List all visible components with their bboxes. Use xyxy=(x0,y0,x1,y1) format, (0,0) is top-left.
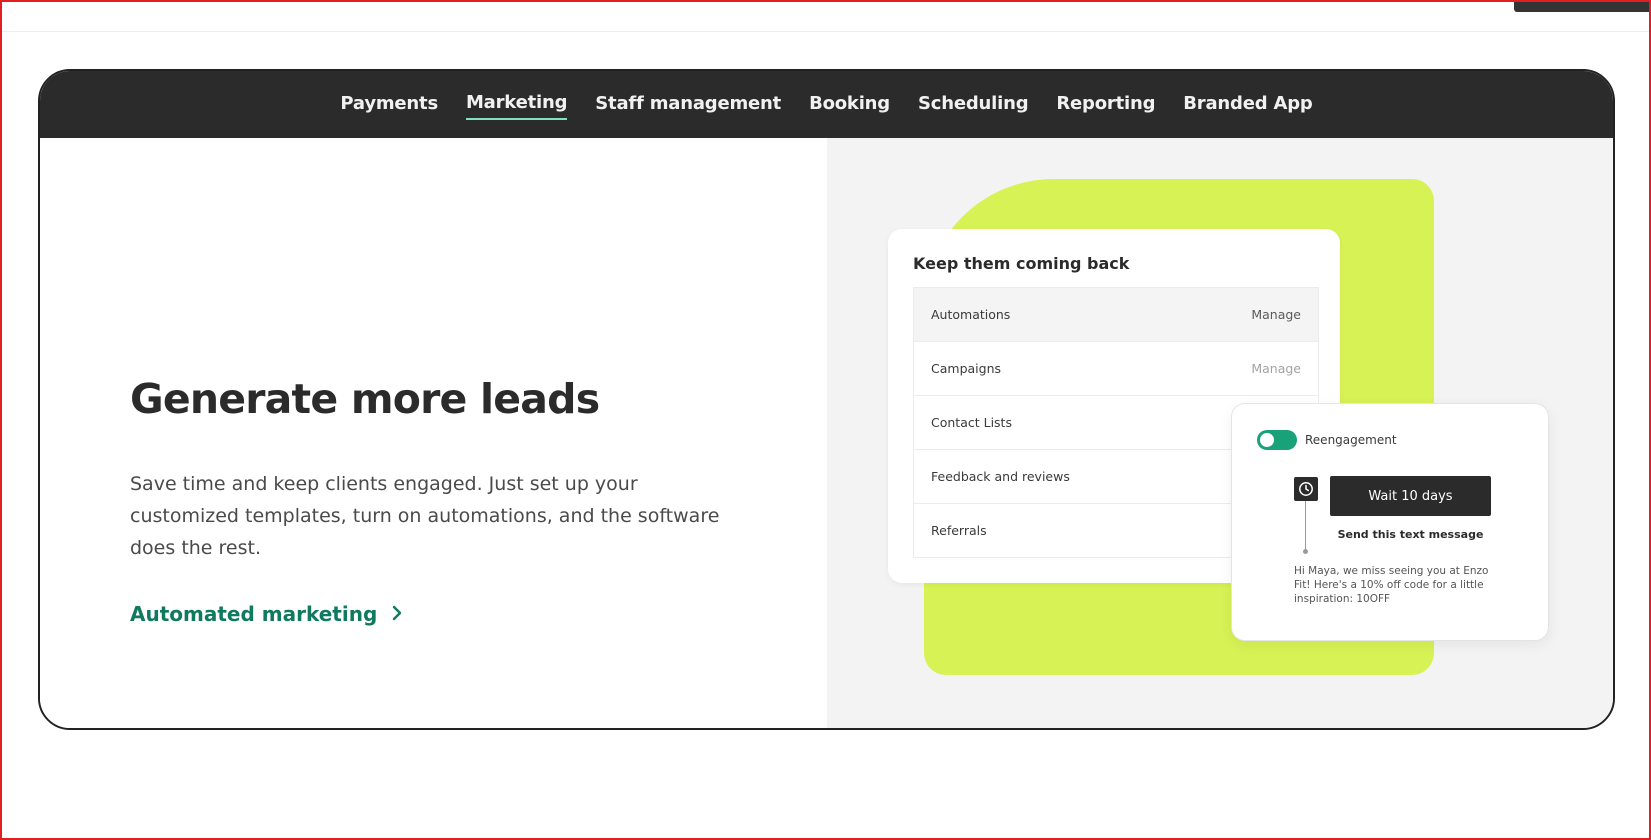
reengagement-toggle[interactable] xyxy=(1257,430,1297,450)
list-item-label: Contact Lists xyxy=(931,415,1012,430)
list-item-label: Referrals xyxy=(931,523,987,538)
panel-title: Keep them coming back xyxy=(913,254,1130,273)
hero-headline: Generate more leads xyxy=(130,375,600,423)
timeline-dot xyxy=(1303,549,1308,554)
chevron-right-icon xyxy=(391,602,403,626)
tab-reporting[interactable]: Reporting xyxy=(1056,91,1155,119)
corner-tab xyxy=(1514,2,1649,12)
timeline-line xyxy=(1305,501,1306,551)
tab-payments[interactable]: Payments xyxy=(340,91,438,119)
tab-branded-app[interactable]: Branded App xyxy=(1183,91,1313,119)
tab-marketing[interactable]: Marketing xyxy=(465,90,567,120)
tab-booking[interactable]: Booking xyxy=(809,91,890,119)
reengagement-label: Reengagement xyxy=(1305,433,1397,447)
manage-link[interactable]: Manage xyxy=(1251,307,1301,322)
manage-link[interactable]: Manage xyxy=(1251,361,1301,376)
list-item-campaigns[interactable]: Campaigns Manage xyxy=(914,342,1318,396)
tab-scheduling[interactable]: Scheduling xyxy=(918,91,1029,119)
text-message-preview: Hi Maya, we miss seeing you at Enzo Fit!… xyxy=(1294,565,1489,605)
list-item-label: Campaigns xyxy=(931,361,1002,376)
tab-staff-management[interactable]: Staff management xyxy=(595,91,781,119)
toggle-knob xyxy=(1260,433,1274,447)
reengagement-popup: Reengagement Wait 10 days Send this text… xyxy=(1231,403,1549,641)
send-text-label: Send this text message xyxy=(1337,528,1484,541)
list-item-label: Feedback and reviews xyxy=(931,469,1070,484)
hero-text-panel: Generate more leads Save time and keep c… xyxy=(40,138,827,728)
cta-label: Automated marketing xyxy=(130,602,378,626)
clock-icon xyxy=(1294,477,1318,501)
hero-body: Save time and keep clients engaged. Just… xyxy=(130,473,720,559)
list-item-label: Automations xyxy=(931,307,1011,322)
automated-marketing-link[interactable]: Automated marketing xyxy=(130,602,403,626)
feature-tab-nav: Payments Marketing Staff management Book… xyxy=(40,71,1613,138)
list-item-automations[interactable]: Automations Manage xyxy=(914,288,1318,342)
top-divider xyxy=(2,31,1649,32)
wait-10-days-button[interactable]: Wait 10 days xyxy=(1330,476,1491,516)
